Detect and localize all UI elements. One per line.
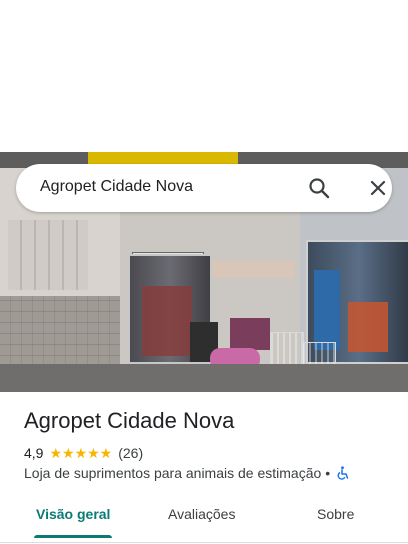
search-icon[interactable] xyxy=(305,174,333,202)
tab-about[interactable]: Sobre xyxy=(317,506,354,522)
wheelchair-icon[interactable] xyxy=(336,466,350,480)
boxes xyxy=(230,318,270,350)
sidewalk xyxy=(0,364,408,392)
active-tab-indicator xyxy=(34,535,112,538)
place-category[interactable]: Loja de suprimentos para animais de esti… xyxy=(24,465,321,481)
rating-value: 4,9 xyxy=(24,445,44,461)
rating-row[interactable]: 4,9 ★★★★★ (26) xyxy=(24,444,143,462)
separator: • xyxy=(325,465,331,481)
place-tabs: Visão geral Avaliações Sobre xyxy=(0,496,408,543)
search-bar[interactable]: Agropet Cidade Nova xyxy=(16,164,392,212)
hanging-goods xyxy=(200,260,295,278)
tab-overview[interactable]: Visão geral xyxy=(36,506,110,522)
shelf-orange xyxy=(348,302,388,352)
review-count[interactable]: (26) xyxy=(118,445,143,461)
category-row: Loja de suprimentos para animais de esti… xyxy=(24,465,350,481)
wall-grid xyxy=(8,220,88,290)
star-rating: ★★★★★ xyxy=(49,444,113,461)
door-interior xyxy=(142,286,192,356)
shelf-blue xyxy=(314,270,340,350)
place-title: Agropet Cidade Nova xyxy=(24,408,235,433)
close-icon[interactable] xyxy=(366,176,390,200)
tab-reviews[interactable]: Avaliações xyxy=(168,506,235,522)
top-blank-area xyxy=(0,0,408,152)
search-input[interactable]: Agropet Cidade Nova xyxy=(40,178,193,196)
